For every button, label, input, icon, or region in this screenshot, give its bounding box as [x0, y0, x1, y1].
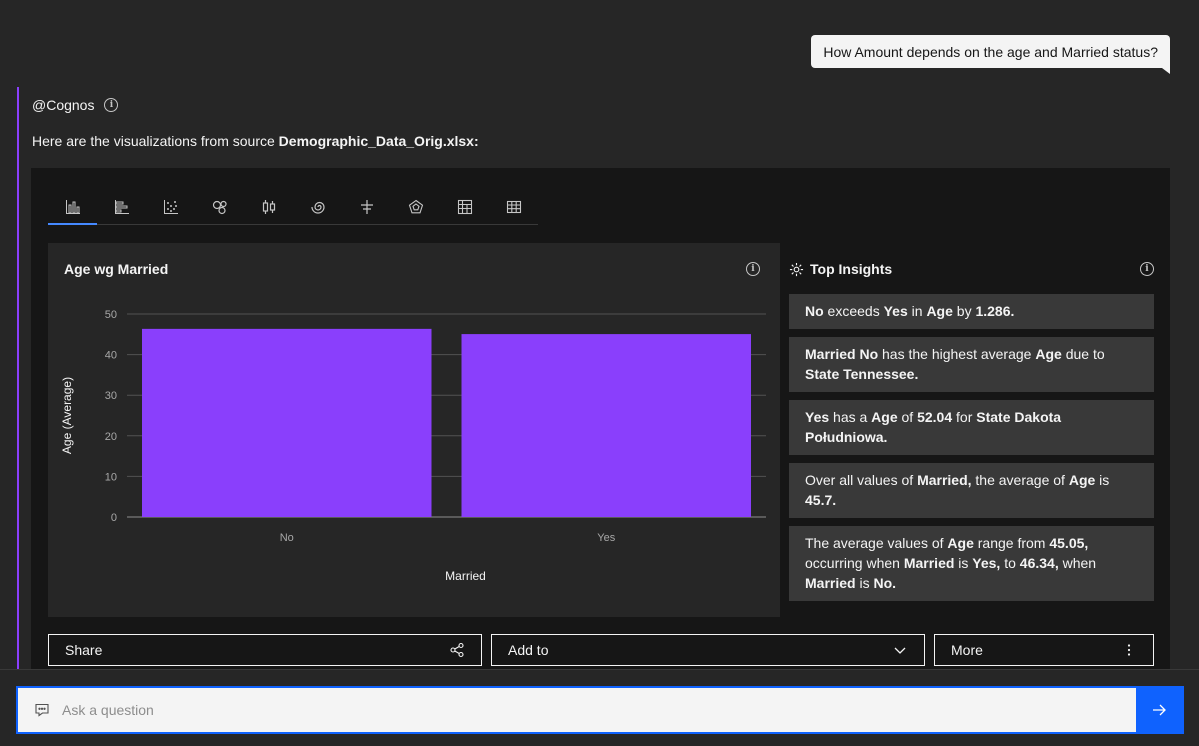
crosstab-icon — [457, 199, 472, 215]
input-bar — [0, 669, 1199, 746]
share-button[interactable]: Share — [48, 634, 482, 666]
info-icon[interactable]: i — [104, 98, 119, 112]
visualization-panel: Age wg Married i 0 10 20 30 40 50 No Yes Married… — [31, 168, 1170, 669]
boxplot-icon — [262, 200, 275, 214]
add-to-label: Add to — [508, 642, 549, 658]
bullet-chart-icon — [360, 200, 373, 214]
ask-input[interactable] — [62, 702, 1062, 718]
more-button[interactable]: More — [934, 634, 1154, 666]
chart-card: Age wg Married i 0 10 20 30 40 50 No Yes Married… — [48, 243, 780, 617]
insight-card: No exceeds Yes in Age by 1.286. — [789, 294, 1154, 329]
chat-bubble-icon — [35, 703, 49, 717]
tab-radar[interactable] — [391, 190, 440, 225]
column-chart-icon — [65, 199, 80, 214]
tab-bullet[interactable] — [342, 190, 391, 225]
insights-list: No exceeds Yes in Age by 1.286. Married N… — [789, 294, 1154, 609]
tab-scatter[interactable] — [146, 190, 195, 225]
assistant-header: @Cognos i — [32, 97, 119, 113]
tab-column-chart[interactable] — [48, 190, 97, 225]
y-axis-label: Age (Average) — [60, 377, 74, 454]
y-tick-label: 40 — [105, 350, 117, 362]
more-label: More — [951, 642, 983, 658]
ask-box[interactable] — [18, 688, 1136, 732]
add-to-dropdown[interactable]: Add to — [491, 634, 925, 666]
bar-chart[interactable]: 0 10 20 30 40 50 No Yes Married Age (Average) — [48, 243, 780, 617]
send-button[interactable] — [1136, 688, 1182, 732]
chevron-down-icon — [894, 647, 906, 654]
insights-title: Top Insights — [810, 261, 893, 277]
radar-chart-icon — [408, 199, 423, 214]
assistant-response: @Cognos i Here are the visualizations fr… — [17, 87, 1170, 669]
y-tick-label: 20 — [105, 431, 117, 443]
insight-card: Married No has the highest average Age d… — [789, 337, 1154, 392]
insight-card: The average values of Age range from 45.… — [789, 526, 1154, 601]
insights-header: Top Insights — [789, 261, 892, 277]
share-label: Share — [65, 642, 103, 658]
bubble-chart-icon — [212, 200, 227, 215]
y-tick-label: 10 — [105, 471, 117, 483]
user-message-bubble: How Amount depends on the age and Marrie… — [811, 35, 1170, 74]
x-tick-label: Yes — [597, 532, 615, 544]
tab-crosstab[interactable] — [440, 190, 489, 225]
tab-bubble[interactable] — [195, 190, 244, 225]
tab-spiral[interactable] — [293, 190, 342, 225]
tab-boxplot[interactable] — [244, 190, 293, 225]
bar[interactable] — [461, 334, 752, 517]
x-axis-label: Married — [445, 569, 486, 583]
top-insights-panel: Top Insights i No exceeds Yes in Age by … — [789, 243, 1154, 617]
source-file-name: Demographic_Data_Orig.xlsx: — [278, 133, 479, 149]
spiral-chart-icon — [310, 201, 325, 214]
insight-card: Over all values of Married, the average … — [789, 463, 1154, 518]
insights-gear-icon — [789, 262, 804, 276]
assistant-name: @Cognos — [32, 97, 95, 113]
y-tick-label: 30 — [105, 390, 117, 402]
overflow-menu-icon — [1127, 644, 1131, 656]
y-tick-label: 0 — [111, 512, 117, 524]
intro-text: Here are the visualizations from source — [32, 133, 279, 149]
table-grid-icon — [506, 200, 521, 214]
x-tick-label: No — [280, 532, 294, 544]
arrow-right-icon — [1153, 704, 1166, 716]
chart-type-tabs — [48, 190, 538, 225]
assistant-intro: Here are the visualizations from source … — [32, 133, 479, 149]
ask-container — [16, 686, 1184, 734]
tab-bar-chart[interactable] — [97, 190, 146, 225]
tab-table[interactable] — [489, 190, 538, 225]
scatter-dots-icon — [163, 200, 178, 214]
y-tick-label: 50 — [105, 309, 117, 321]
user-message-text: How Amount depends on the age and Marrie… — [823, 43, 1158, 60]
bar-chart-icon — [114, 200, 129, 214]
insights-info-icon[interactable]: i — [1140, 262, 1154, 276]
share-icon — [450, 642, 464, 658]
insight-card: Yes has a Age of 52.04 for State Dakota … — [789, 400, 1154, 455]
bar[interactable] — [142, 328, 432, 517]
